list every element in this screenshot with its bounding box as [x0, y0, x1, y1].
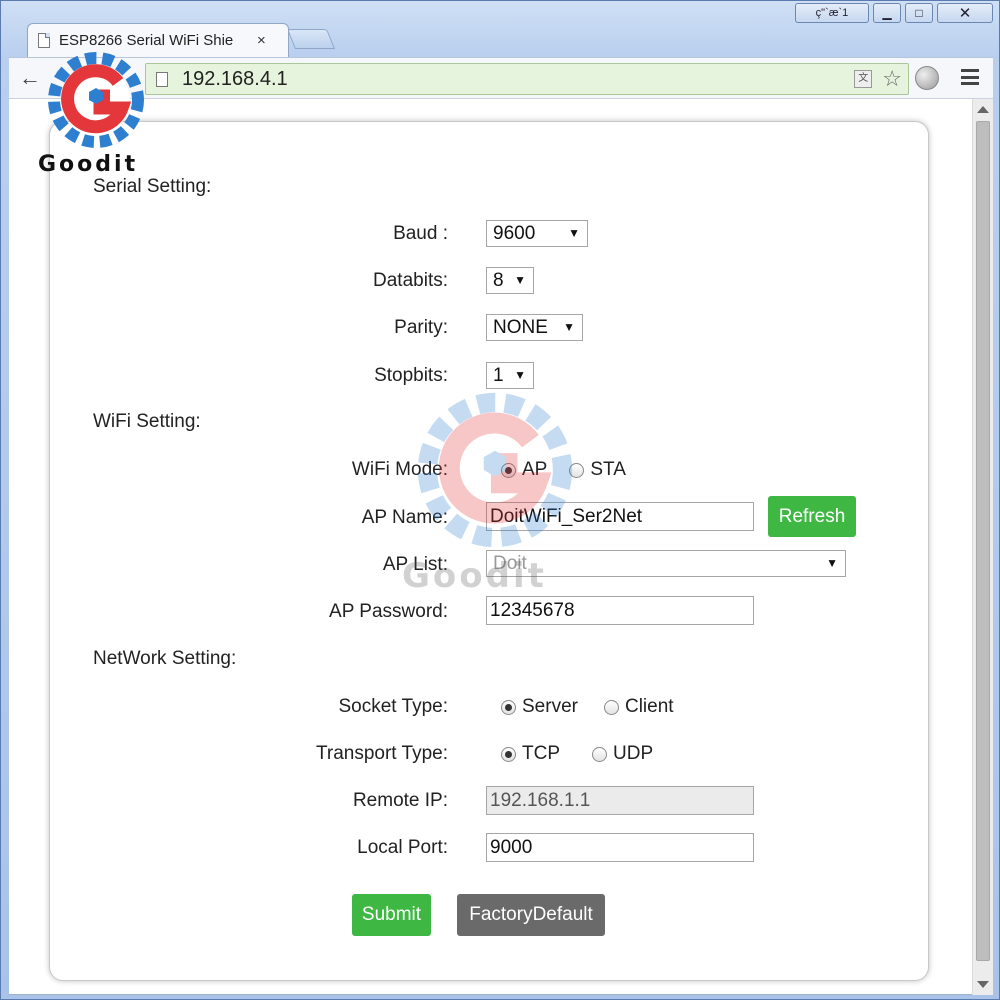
back-arrow-icon[interactable]: ← — [19, 66, 41, 90]
dropdown-arrow-icon: ▼ — [514, 368, 526, 382]
socket-server-option[interactable]: Server — [501, 696, 578, 718]
vertical-scrollbar[interactable] — [972, 99, 993, 995]
transport-type-radio-group: TCP UDP — [501, 743, 653, 765]
wifi-mode-ap-option[interactable]: AP — [501, 459, 547, 481]
tab-close-icon[interactable]: × — [257, 32, 266, 49]
stopbits-value: 1 — [493, 364, 504, 386]
translate-icon[interactable]: 文 — [854, 70, 873, 88]
user-badge[interactable]: ç"`æ`1 — [795, 3, 869, 23]
serial-setting-title: Serial Setting: — [93, 176, 212, 197]
goodit-watermark-text: Goodit — [402, 556, 547, 596]
close-window-button[interactable]: ✕ — [937, 3, 993, 23]
dropdown-arrow-icon: ▼ — [514, 273, 526, 287]
globe-icon[interactable] — [915, 66, 939, 90]
radio-server-label: Server — [522, 696, 578, 717]
socket-client-option[interactable]: Client — [603, 696, 674, 718]
page-icon — [38, 33, 50, 48]
radio-server[interactable] — [501, 699, 516, 715]
new-tab-button[interactable] — [286, 29, 336, 49]
remote-ip-input[interactable]: 192.168.1.1 — [486, 786, 754, 815]
parity-select[interactable]: NONE ▼ — [486, 314, 583, 341]
radio-client-label: Client — [624, 696, 674, 717]
stopbits-select[interactable]: 1 ▼ — [486, 362, 534, 389]
ap-name-input[interactable]: DoitWiFi_Ser2Net — [486, 502, 754, 531]
radio-tcp-label: TCP — [522, 743, 560, 764]
dropdown-arrow-icon: ▼ — [568, 226, 580, 240]
factory-default-button[interactable]: FactoryDefault — [457, 894, 605, 936]
wifi-mode-radio-group: AP STA — [501, 459, 626, 481]
network-setting-title: NetWork Setting: — [93, 648, 237, 669]
radio-client[interactable] — [603, 699, 619, 715]
baud-label: Baud : — [393, 223, 448, 244]
transport-tcp-option[interactable]: TCP — [501, 743, 560, 765]
baud-select[interactable]: 9600 ▼ — [486, 220, 588, 247]
goodit-logo-text: Goodit — [38, 152, 139, 177]
stopbits-label: Stopbits: — [374, 365, 448, 386]
parity-value: NONE — [493, 316, 548, 338]
ap-name-label: AP Name: — [361, 507, 448, 528]
parity-label: Parity: — [394, 317, 448, 338]
local-port-input[interactable]: 9000 — [486, 833, 754, 862]
transport-udp-option[interactable]: UDP — [592, 743, 653, 765]
radio-ap[interactable] — [501, 462, 516, 478]
radio-udp[interactable] — [592, 746, 607, 762]
databits-label: Databits: — [373, 270, 448, 291]
radio-tcp[interactable] — [501, 746, 516, 762]
radio-ap-label: AP — [522, 459, 548, 480]
omnibox-actions: 文 ☆ — [854, 68, 902, 90]
address-bar[interactable]: 192.168.4.1 文 ☆ — [145, 63, 909, 95]
refresh-button[interactable]: Refresh — [768, 496, 856, 537]
tab-title: ESP8266 Serial WiFi Shie — [59, 32, 234, 49]
window-controls: ç"`æ`1 ▁ □ ✕ — [795, 3, 993, 23]
dropdown-arrow-icon: ▼ — [826, 556, 838, 570]
dropdown-arrow-icon: ▼ — [563, 320, 575, 334]
scroll-up-arrow-icon[interactable] — [977, 106, 989, 113]
wifi-setting-title: WiFi Setting: — [93, 411, 201, 432]
local-port-label: Local Port: — [357, 837, 448, 858]
databits-value: 8 — [493, 269, 504, 291]
socket-type-label: Socket Type: — [338, 696, 449, 717]
page-icon — [156, 71, 168, 87]
ap-password-input[interactable]: 12345678 — [486, 596, 754, 625]
scroll-down-arrow-icon[interactable] — [977, 981, 989, 988]
scrollbar-thumb[interactable] — [976, 121, 990, 961]
bookmark-star-icon[interactable]: ☆ — [882, 68, 902, 90]
baud-value: 9600 — [493, 222, 536, 244]
radio-sta[interactable] — [569, 462, 585, 478]
wifi-mode-sta-option[interactable]: STA — [569, 459, 626, 481]
maximize-button[interactable]: □ — [905, 3, 933, 23]
ap-password-label: AP Password: — [329, 601, 448, 622]
browser-toolbar: ← C 192.168.4.1 文 ☆ — [9, 57, 993, 99]
radio-sta-label: STA — [590, 459, 626, 480]
radio-udp-label: UDP — [613, 743, 654, 764]
tab-strip: ESP8266 Serial WiFi Shie × ç"`æ`1 ▁ □ ✕ — [1, 1, 1000, 57]
remote-ip-label: Remote IP: — [352, 790, 448, 811]
wifi-mode-label: WiFi Mode: — [351, 459, 448, 480]
browser-tab[interactable]: ESP8266 Serial WiFi Shie × — [27, 23, 289, 57]
reload-icon[interactable]: C — [101, 66, 117, 90]
socket-type-radio-group: Server Client — [501, 696, 674, 718]
transport-type-label: Transport Type: — [315, 743, 448, 764]
hamburger-menu-icon[interactable] — [961, 69, 979, 85]
minimize-button[interactable]: ▁ — [873, 3, 901, 23]
url-text: 192.168.4.1 — [182, 67, 288, 90]
databits-select[interactable]: 8 ▼ — [486, 267, 534, 294]
submit-button[interactable]: Submit — [352, 894, 431, 936]
